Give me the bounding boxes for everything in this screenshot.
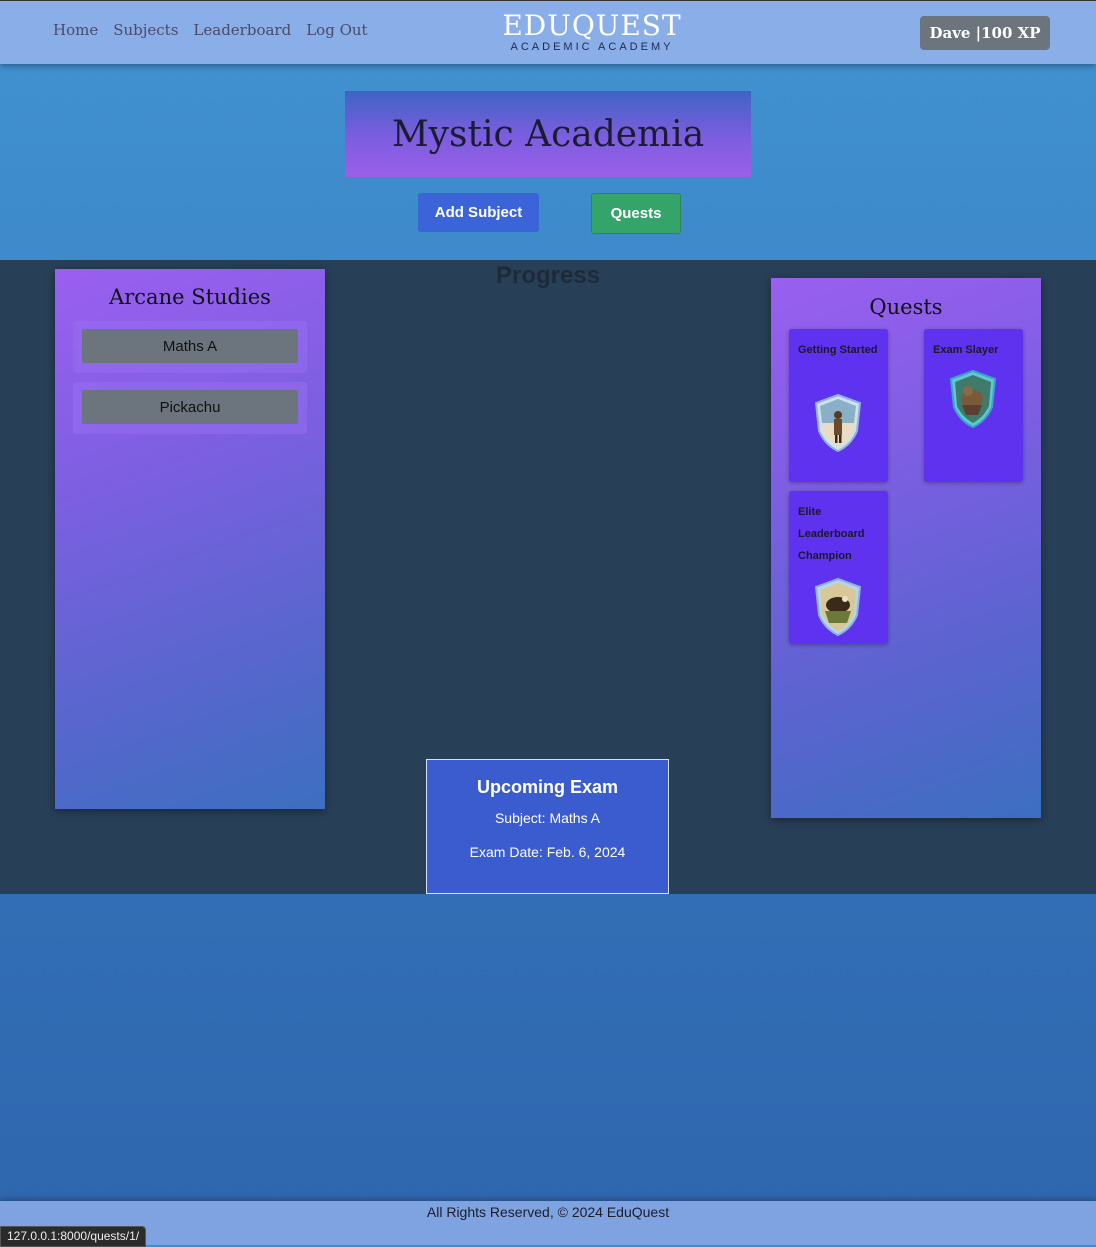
nav-logout[interactable]: Log Out bbox=[306, 21, 367, 39]
quest-name: Exam Slayer bbox=[933, 344, 999, 356]
quests-button[interactable]: Quests bbox=[591, 193, 681, 234]
subject-item: Maths A bbox=[73, 321, 307, 373]
beast-shield-icon bbox=[949, 369, 997, 429]
nav-leaderboard[interactable]: Leaderboard bbox=[193, 21, 291, 39]
add-subject-button[interactable]: Add Subject bbox=[418, 193, 539, 232]
footer-text: All Rights Reserved, © 2024 EduQuest bbox=[426, 1204, 670, 1220]
quest-card-exam-slayer[interactable]: Exam Slayer bbox=[924, 329, 1023, 482]
navbar: Home Subjects Leaderboard Log Out EDUQUE… bbox=[0, 0, 1096, 64]
subjects-panel: Arcane Studies Maths A Pickachu bbox=[55, 269, 325, 809]
exam-title: Upcoming Exam bbox=[476, 777, 619, 797]
nav-subjects[interactable]: Subjects bbox=[113, 21, 178, 39]
quests-panel-title: Quests bbox=[869, 295, 943, 319]
brand-logo[interactable]: EDUQUEST ACADEMIC ACADEMY bbox=[492, 9, 692, 54]
quests-panel: Quests Getting Started Exam Slayer Elite… bbox=[771, 278, 1041, 818]
subject-button-maths-a[interactable]: Maths A bbox=[82, 329, 298, 363]
user-xp-badge[interactable]: Dave |100 XP bbox=[920, 16, 1050, 50]
brand-name: EDUQUEST bbox=[502, 9, 682, 42]
quest-name: Getting Started bbox=[798, 344, 878, 356]
champion-shield-icon bbox=[814, 577, 862, 637]
quest-card-getting-started[interactable]: Getting Started bbox=[789, 329, 888, 482]
page-title: Mystic Academia bbox=[345, 91, 751, 177]
nav-links: Home Subjects Leaderboard Log Out bbox=[53, 21, 383, 39]
subject-button-pickachu[interactable]: Pickachu bbox=[82, 390, 298, 424]
nav-home[interactable]: Home bbox=[53, 21, 98, 39]
quest-name: Elite Leaderboard Champion bbox=[798, 506, 865, 562]
upcoming-exam-card: Upcoming Exam Subject: Maths A Exam Date… bbox=[426, 759, 669, 894]
adventurer-shield-icon bbox=[814, 393, 862, 453]
brand-subtitle: ACADEMIC ACADEMY bbox=[510, 41, 674, 53]
footer: All Rights Reserved, © 2024 EduQuest bbox=[0, 1201, 1096, 1245]
exam-date: Exam Date: Feb. 6, 2024 bbox=[469, 844, 626, 860]
subjects-panel-title: Arcane Studies bbox=[109, 285, 271, 309]
status-bar-url: 127.0.0.1:8000/quests/1/ bbox=[0, 1226, 147, 1247]
quest-card-elite-leaderboard-champion[interactable]: Elite Leaderboard Champion bbox=[789, 491, 888, 644]
subject-item: Pickachu bbox=[73, 382, 307, 434]
exam-subject: Subject: Maths A bbox=[494, 810, 601, 826]
